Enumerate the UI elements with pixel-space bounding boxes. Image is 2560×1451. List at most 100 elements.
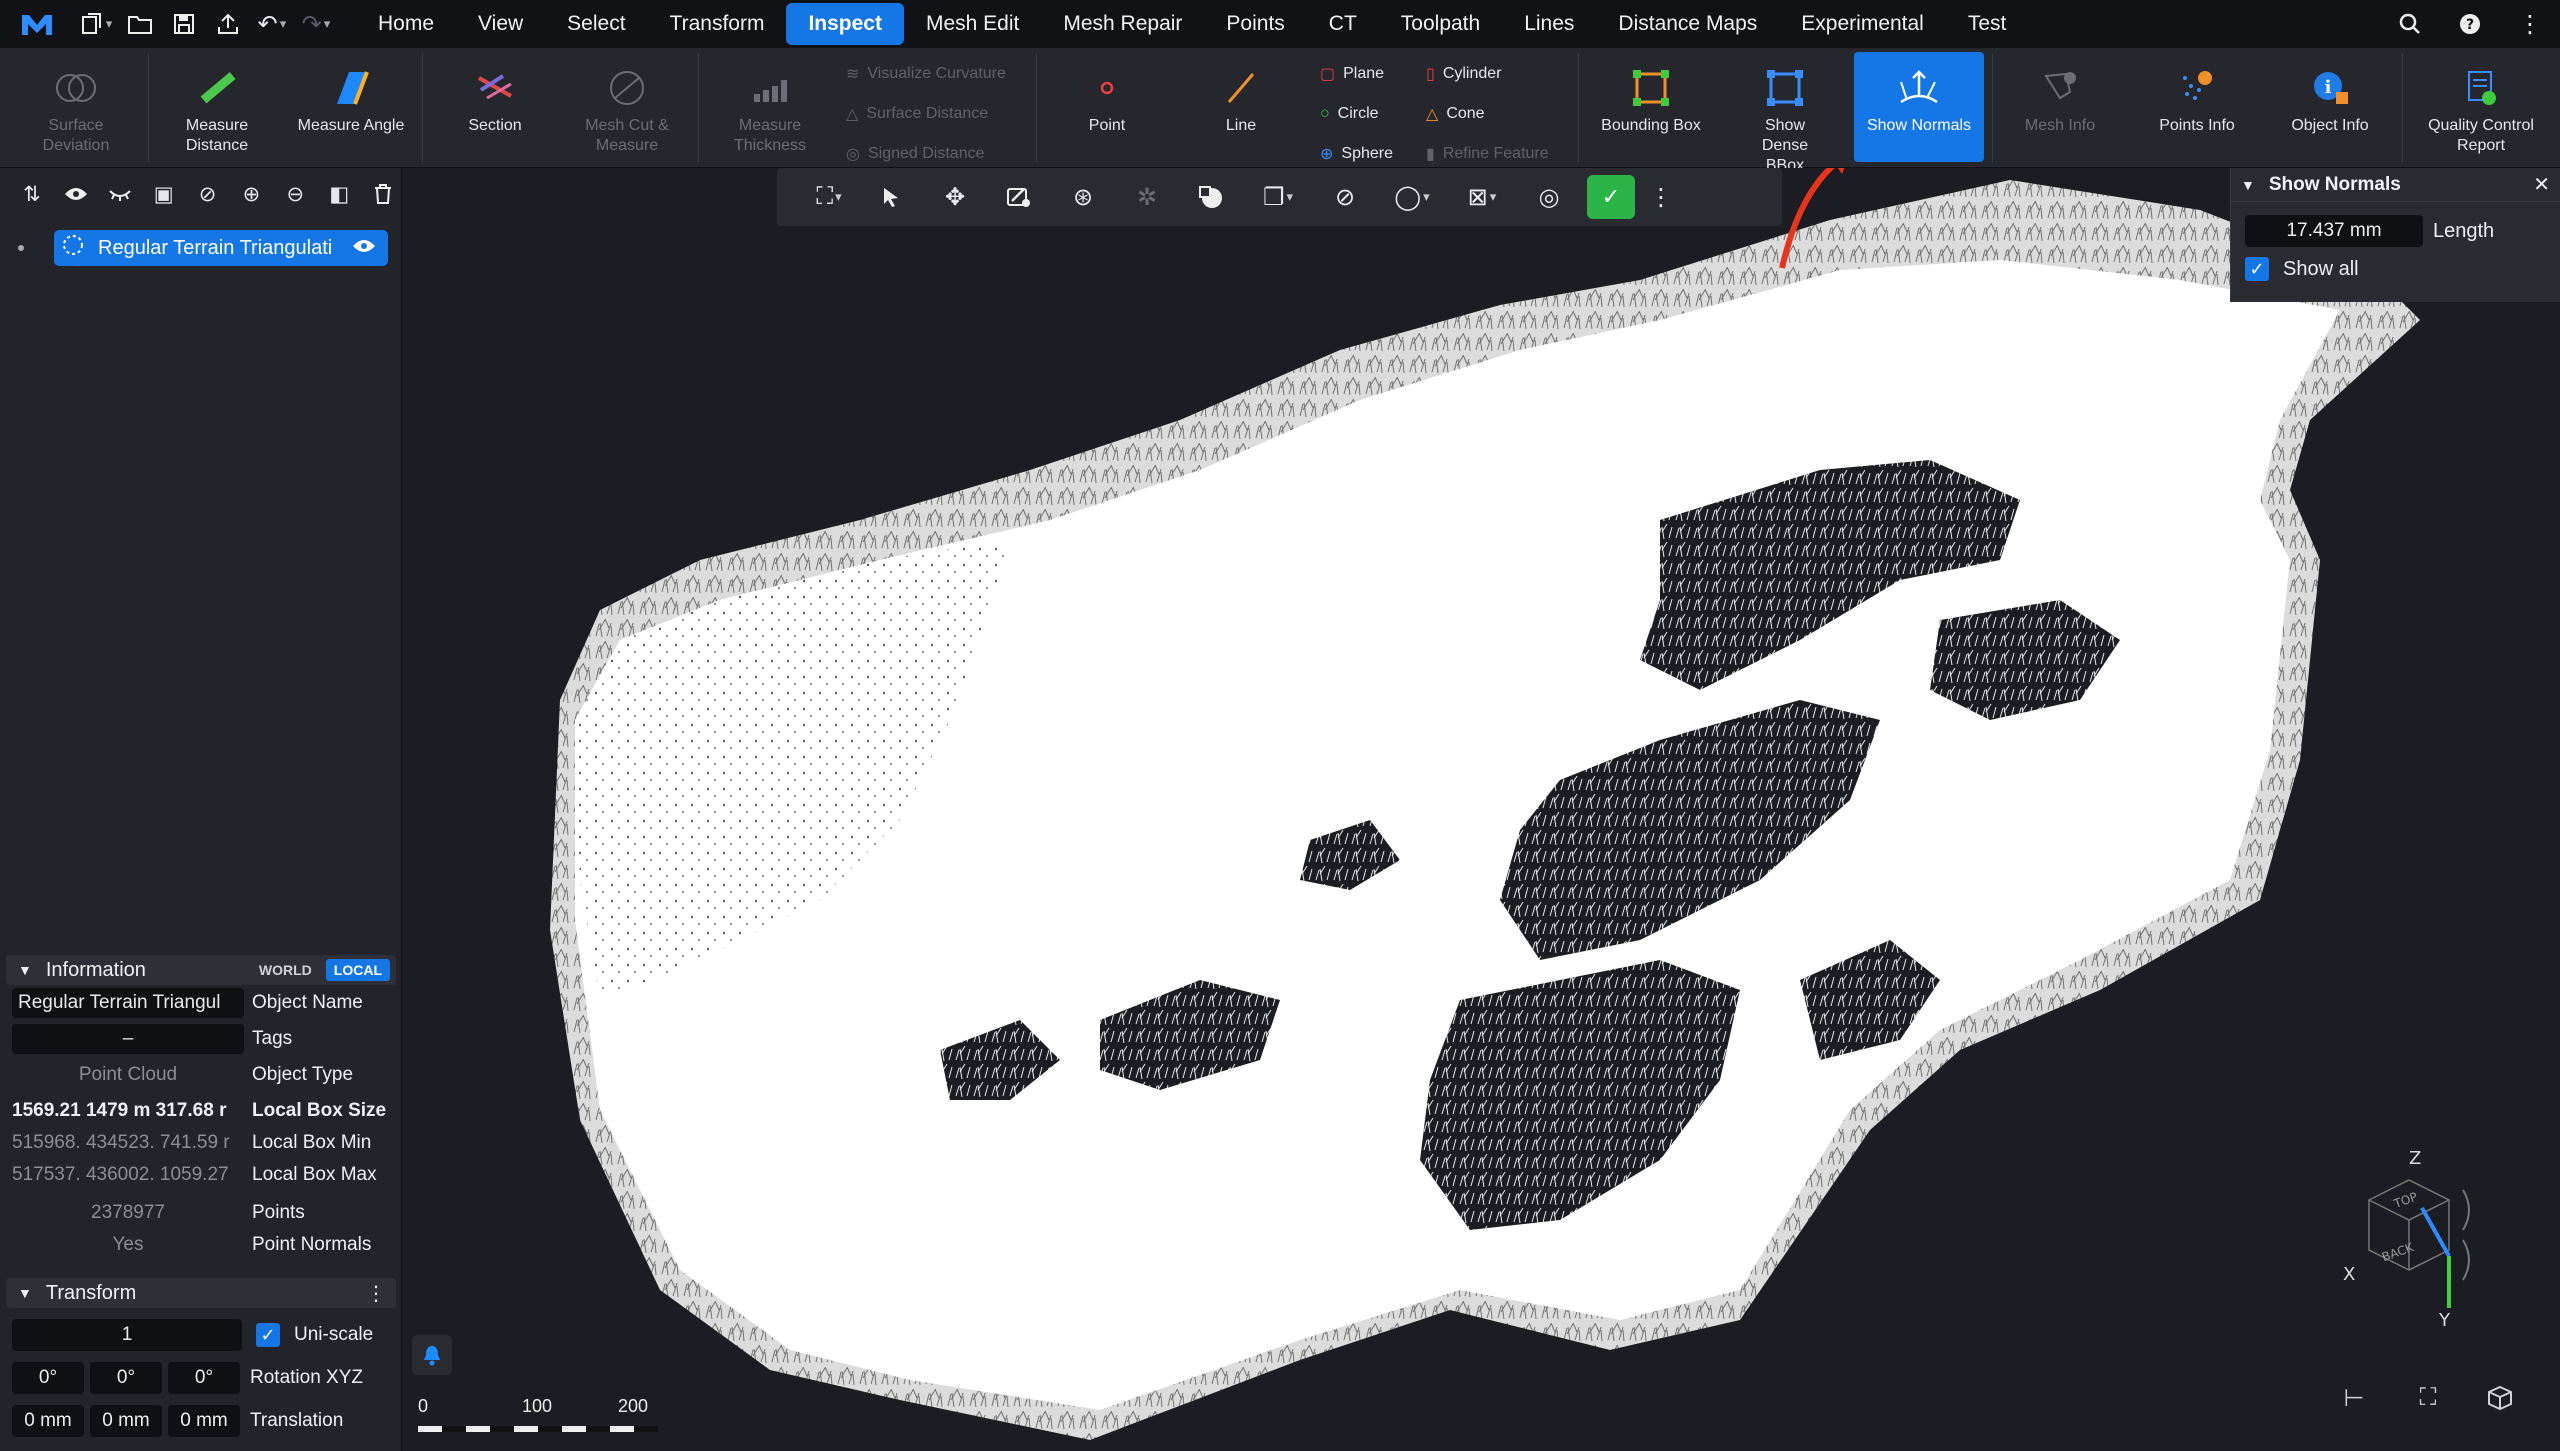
- line-button[interactable]: Line: [1178, 48, 1304, 166]
- measure-thickness-button[interactable]: Measure Thickness: [704, 48, 836, 166]
- select-all-icon[interactable]: ▣: [146, 176, 182, 212]
- orientation-gizmo[interactable]: TOP BACK Z X Y: [2339, 1140, 2479, 1330]
- world-toggle[interactable]: WORLD: [251, 959, 320, 981]
- tab-lines[interactable]: Lines: [1502, 3, 1596, 45]
- cylinder-button[interactable]: ▯ Cylinder: [1426, 62, 1502, 86]
- tab-points[interactable]: Points: [1204, 3, 1306, 45]
- export-icon[interactable]: [206, 0, 250, 48]
- tab-mesh-edit[interactable]: Mesh Edit: [904, 3, 1041, 45]
- tab-experimental[interactable]: Experimental: [1779, 3, 1946, 45]
- surface-deviation-button[interactable]: Surface Deviation: [8, 48, 144, 166]
- object-info-button[interactable]: i Object Info: [2268, 48, 2392, 166]
- target-icon[interactable]: ◎: [1517, 168, 1581, 226]
- fit-view-icon[interactable]: ⛶ ▾: [799, 168, 859, 226]
- translation-z-input[interactable]: 0 mm: [168, 1405, 240, 1437]
- delete-icon[interactable]: [365, 176, 401, 212]
- move-up-icon[interactable]: ⊕: [233, 176, 269, 212]
- toolbar-more-icon[interactable]: ⋮: [1641, 168, 1681, 226]
- show-normals-button[interactable]: Show Normals: [1854, 52, 1984, 162]
- scene-object-row[interactable]: Regular Terrain Triangulati: [54, 230, 388, 266]
- new-file-icon[interactable]: ▾: [74, 0, 118, 48]
- save-icon[interactable]: [162, 0, 206, 48]
- close-icon[interactable]: ✕: [2533, 172, 2550, 197]
- redo-icon[interactable]: ↷ ▾: [294, 0, 338, 48]
- measure-distance-button[interactable]: Measure Distance: [152, 48, 282, 166]
- search-icon[interactable]: [2380, 0, 2440, 48]
- tab-mesh-repair[interactable]: Mesh Repair: [1041, 3, 1204, 45]
- clip-icon[interactable]: ⊠ ▾: [1447, 168, 1517, 226]
- view-cube-icon[interactable]: [2480, 1378, 2520, 1418]
- transform-more-icon[interactable]: ⋮: [366, 1281, 386, 1306]
- translation-y-input[interactable]: 0 mm: [90, 1405, 162, 1437]
- scale-label-0: 0: [418, 1396, 429, 1416]
- show-all-checkbox[interactable]: ✓: [2245, 257, 2269, 281]
- bounding-box-button[interactable]: Bounding Box: [1586, 48, 1716, 166]
- edit-object-icon[interactable]: [987, 168, 1051, 226]
- tab-toolpath[interactable]: Toolpath: [1379, 3, 1502, 45]
- information-header[interactable]: ▼ Information WORLD LOCAL: [6, 955, 396, 985]
- rotation-z-input[interactable]: 0°: [168, 1362, 240, 1394]
- plane-button[interactable]: ▢ Plane: [1320, 62, 1384, 86]
- tab-view[interactable]: View: [456, 3, 545, 45]
- tab-inspect[interactable]: Inspect: [786, 3, 904, 45]
- visibility-eye-icon[interactable]: [352, 237, 376, 260]
- normals-panel-header[interactable]: ▼ Show Normals ✕: [2231, 168, 2560, 202]
- lasso-icon[interactable]: ◯ ▾: [1377, 168, 1447, 226]
- quality-control-report-button[interactable]: Quality Control Report: [2406, 48, 2556, 166]
- cone-button[interactable]: △ Cone: [1426, 102, 1485, 126]
- object-name-field[interactable]: Regular Terrain Triangul: [12, 988, 244, 1018]
- svg-text:i: i: [2325, 77, 2332, 98]
- tab-ct[interactable]: CT: [1307, 3, 1379, 45]
- section-button[interactable]: Section: [430, 48, 560, 166]
- shading-icon[interactable]: [1179, 168, 1243, 226]
- select-arrow-icon[interactable]: [859, 168, 923, 226]
- points-info-button[interactable]: Points Info: [2134, 48, 2260, 166]
- scale-input[interactable]: 1: [12, 1319, 242, 1351]
- box-mode-icon[interactable]: ❐ ▾: [1243, 168, 1313, 226]
- 3d-viewport[interactable]: TOP BACK Z X Y: [403, 168, 2560, 1451]
- sphere-button[interactable]: ⊕ Sphere: [1320, 142, 1393, 166]
- point-button[interactable]: Point: [1044, 48, 1170, 166]
- measure-ruler-icon[interactable]: ⊢: [2334, 1378, 2374, 1418]
- more-menu-icon[interactable]: ⋮: [2500, 0, 2560, 48]
- eye-closed-icon[interactable]: [102, 176, 138, 212]
- tab-test[interactable]: Test: [1946, 3, 2029, 45]
- eye-icon[interactable]: [58, 176, 94, 212]
- confirm-check-icon[interactable]: ✓: [1587, 175, 1635, 219]
- move-icon[interactable]: ✥: [923, 168, 987, 226]
- notification-bell-icon[interactable]: [412, 1335, 452, 1375]
- circle-button[interactable]: ○ Circle: [1320, 102, 1379, 126]
- tab-select[interactable]: Select: [545, 3, 647, 45]
- local-toggle[interactable]: LOCAL: [325, 959, 390, 981]
- sort-icon[interactable]: ⇅: [14, 176, 50, 212]
- tab-home[interactable]: Home: [356, 3, 456, 45]
- help-icon[interactable]: ?: [2440, 0, 2500, 48]
- undo-icon[interactable]: ↶ ▾: [250, 0, 294, 48]
- move-down-icon[interactable]: ⊖: [277, 176, 313, 212]
- frame-icon[interactable]: ⛶: [2408, 1378, 2448, 1418]
- tab-transform[interactable]: Transform: [648, 3, 787, 45]
- refine-feature-button[interactable]: ▮ Refine Feature: [1426, 142, 1549, 166]
- show-dense-bbox-button[interactable]: Show Dense BBox: [1722, 48, 1848, 174]
- open-folder-icon[interactable]: [118, 0, 162, 48]
- signed-distance-button[interactable]: ◎ Signed Distance: [846, 142, 984, 166]
- visualize-curvature-button[interactable]: ≋ Visualize Curvature: [846, 62, 1006, 86]
- deselect-icon[interactable]: ⊘: [190, 176, 226, 212]
- rotation-y-input[interactable]: 0°: [90, 1362, 162, 1394]
- transform-header[interactable]: ▼ Transform ⋮: [6, 1278, 396, 1308]
- tab-distance-maps[interactable]: Distance Maps: [1596, 3, 1779, 45]
- hide-icon[interactable]: ⊘: [1313, 168, 1377, 226]
- measure-angle-button[interactable]: Measure Angle: [286, 48, 416, 166]
- uniscale-checkbox[interactable]: ✓: [256, 1323, 280, 1347]
- rotate-mode-icon[interactable]: ⊛: [1051, 168, 1115, 226]
- mesh-info-button[interactable]: Mesh Info: [2000, 48, 2120, 166]
- normal-length-input[interactable]: 17.437 mm: [2245, 215, 2423, 247]
- tags-field[interactable]: –: [12, 1024, 244, 1054]
- mesh-cut-button[interactable]: Mesh Cut & Measure: [564, 48, 690, 166]
- surface-distance-button[interactable]: △ Surface Distance: [846, 102, 988, 126]
- wireframe-icon[interactable]: ✲: [1115, 168, 1179, 226]
- translation-x-input[interactable]: 0 mm: [12, 1405, 84, 1437]
- split-icon[interactable]: ◧: [321, 176, 357, 212]
- rotation-x-input[interactable]: 0°: [12, 1362, 84, 1394]
- app-logo-icon[interactable]: [0, 0, 74, 48]
